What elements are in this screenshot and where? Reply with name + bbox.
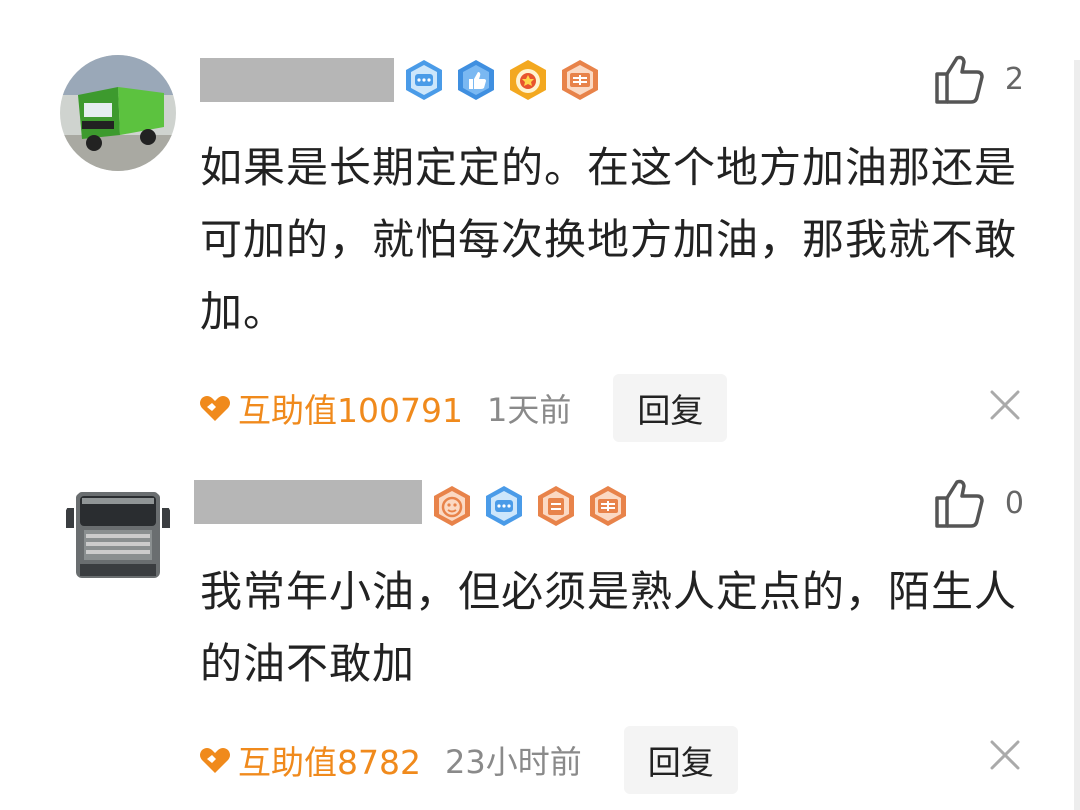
help-heart-icon [200, 396, 230, 421]
dismiss-button[interactable] [988, 388, 1022, 426]
reply-button[interactable]: 回复 [623, 726, 738, 794]
card-badge-icon[interactable] [558, 58, 602, 102]
username-redacted[interactable] [194, 480, 422, 524]
thumb-badge-icon[interactable] [454, 58, 498, 102]
smile-badge-icon[interactable] [430, 484, 474, 528]
chat-badge-icon[interactable] [402, 58, 446, 102]
comment-meta: 互助值100791 1天前 回复 [198, 374, 728, 442]
help-value[interactable]: 互助值100791 [198, 384, 463, 432]
comment-time: 23小时前 [444, 743, 582, 781]
card-badge-icon[interactable] [586, 484, 630, 528]
close-icon [990, 740, 1020, 770]
comment-time: 1天前 [486, 391, 572, 429]
badge-row [402, 58, 602, 102]
help-value-label: 互助值8782 [238, 743, 421, 782]
thumbs-up-icon [935, 55, 984, 104]
comment-text: 如果是长期定定的。在这个地方加油那还是可加的，就怕每次换地方加油，那我就不敢加。 [200, 143, 1018, 336]
comment-meta: 互助值8782 23小时前 回复 [198, 726, 738, 794]
badge-row [430, 484, 630, 528]
username-redacted[interactable] [200, 58, 394, 102]
reply-button[interactable]: 回复 [613, 374, 728, 442]
chat-badge-icon[interactable] [482, 484, 526, 528]
like-count: 2 [1004, 61, 1024, 97]
calendar-badge-icon[interactable] [534, 484, 578, 528]
scrollbar[interactable] [1074, 60, 1080, 810]
like-count: 0 [1004, 485, 1024, 521]
like-button[interactable]: 0 [933, 476, 1024, 530]
comment-text: 我常年小油，但必须是熟人定点的，陌生人的油不敢加 [200, 567, 1018, 688]
thumbs-up-icon [935, 479, 984, 528]
medal-badge-icon[interactable] [506, 58, 550, 102]
help-value-label: 互助值100791 [238, 391, 463, 430]
avatar[interactable] [60, 55, 176, 171]
help-value[interactable]: 互助值8782 [198, 736, 421, 784]
avatar[interactable] [60, 478, 176, 594]
like-button[interactable]: 2 [933, 52, 1024, 106]
help-heart-icon [200, 748, 230, 773]
close-icon [990, 390, 1020, 420]
dismiss-button[interactable] [988, 738, 1022, 776]
